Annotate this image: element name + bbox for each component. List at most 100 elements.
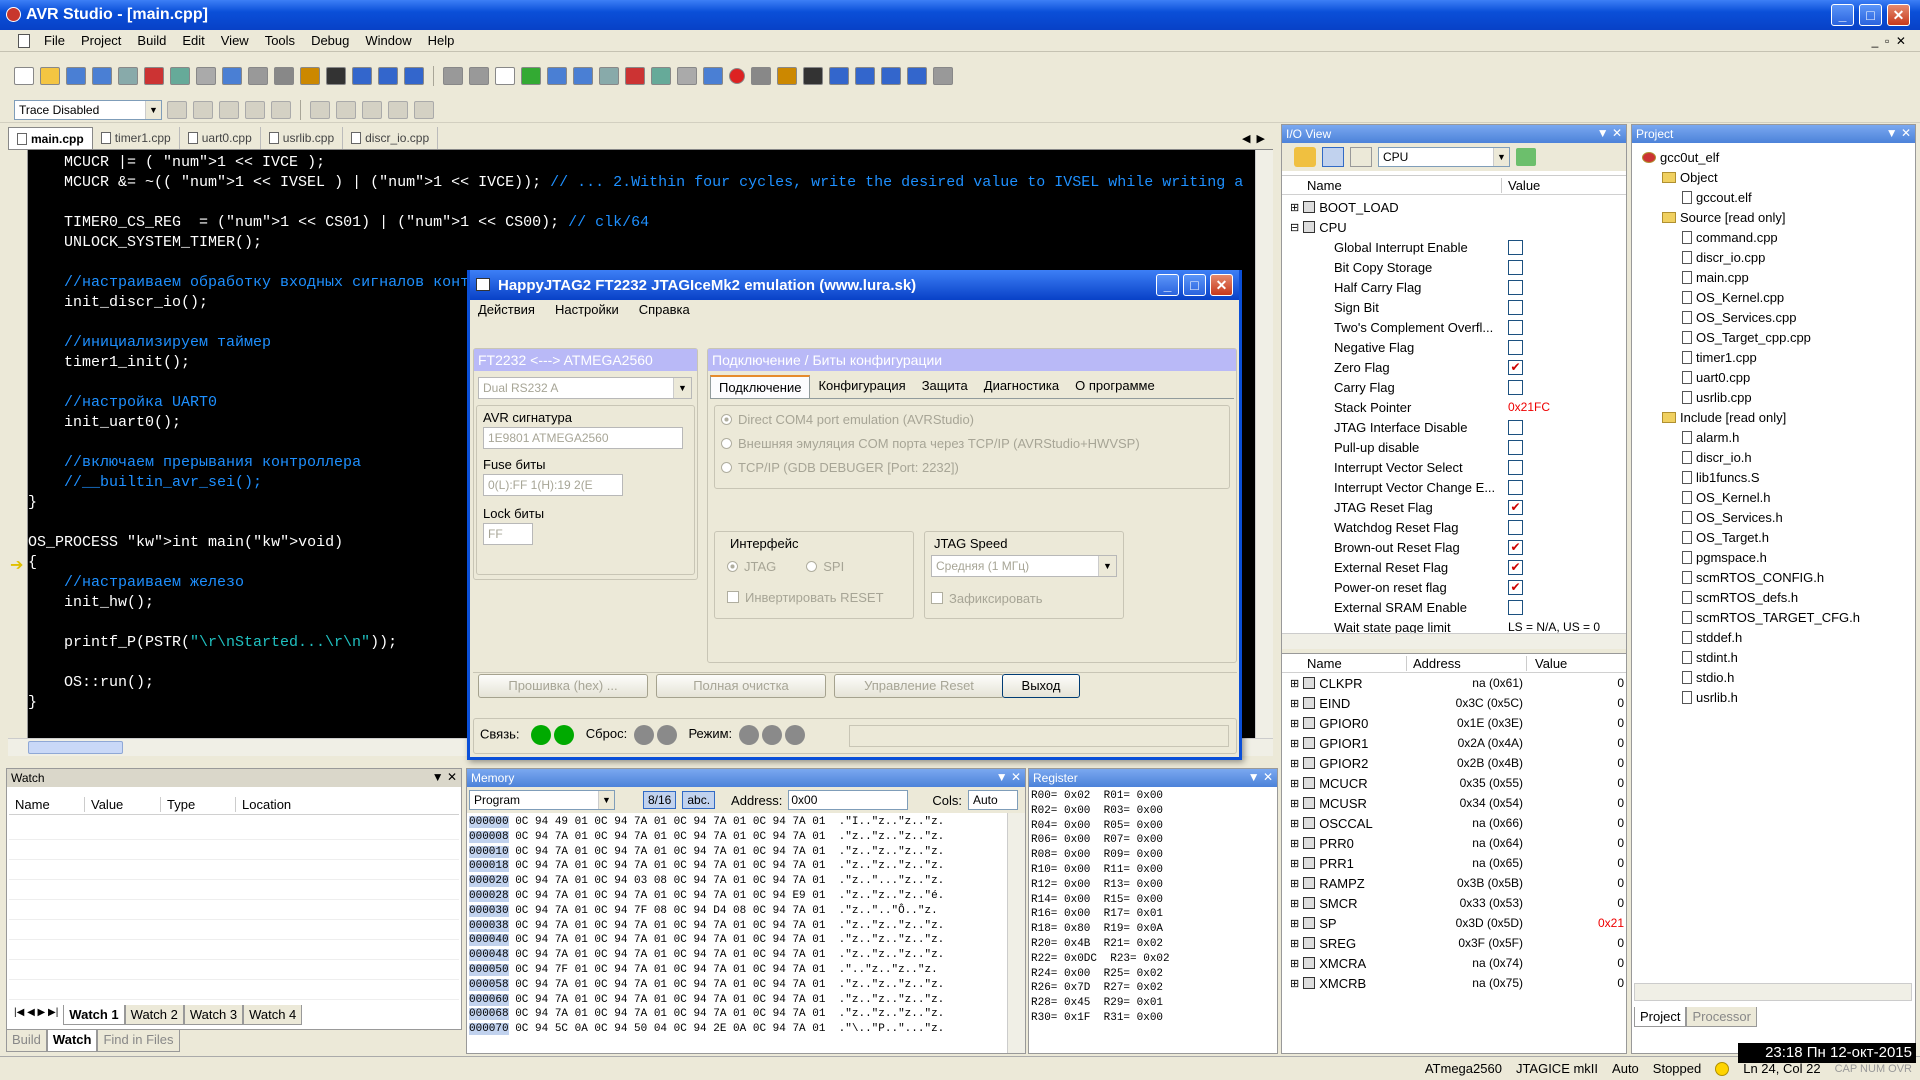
expand-icon[interactable]: ⊞ [1290, 957, 1299, 970]
cut-icon[interactable] [144, 66, 164, 85]
io-tree-row[interactable]: Sign Bit [1282, 297, 1626, 317]
flag-checkbox[interactable] [1508, 259, 1523, 275]
expand-icon[interactable]: ⊞ [1290, 837, 1299, 850]
io-tree-row[interactable]: JTAG Interface Disable [1282, 417, 1626, 437]
remove-breakpoints-icon[interactable] [751, 66, 771, 85]
radio-direct-com[interactable]: Direct COM4 port emulation (AVRStudio) [721, 412, 1223, 436]
t1-icon[interactable] [362, 100, 382, 119]
menu-window[interactable]: Window [357, 33, 419, 48]
tab-watch-1[interactable]: Watch 1 [63, 1005, 125, 1025]
trace-combo[interactable]: Trace Disabled ▼ [14, 99, 162, 120]
flag-checkbox[interactable] [1508, 299, 1523, 315]
io-register-row[interactable]: ⊞ SP 0x3D (0x5D) 0x21 [1282, 913, 1626, 933]
io-register-row[interactable]: ⊞ PRR1 na (0x65) 0 [1282, 853, 1626, 873]
panel-controls[interactable]: ▼ ✕ [1886, 126, 1911, 140]
jtag-speed-combo[interactable]: Средняя (1 МГц) ▼ [931, 555, 1117, 577]
io-register-row[interactable]: ⊞ RAMPZ 0x3B (0x5B) 0 [1282, 873, 1626, 893]
reset-icon[interactable] [703, 66, 723, 85]
tab-watch-4[interactable]: Watch 4 [243, 1005, 303, 1025]
step-into-icon[interactable] [599, 66, 619, 85]
flash-hex-button[interactable]: Прошивка (hex) ... [478, 674, 648, 698]
avr-icon[interactable] [495, 66, 515, 85]
project-item[interactable]: discr_io.h [1632, 447, 1915, 467]
flag-checkbox[interactable] [1508, 599, 1523, 615]
project-item[interactable]: OS_Services.h [1632, 507, 1915, 527]
io-tree-row[interactable]: Global Interrupt Enable [1282, 237, 1626, 257]
tab-watch-2[interactable]: Watch 2 [124, 1005, 184, 1025]
trace-4-icon[interactable] [245, 100, 265, 119]
tab-usrlib-cpp[interactable]: usrlib.cpp [261, 127, 344, 149]
view4-icon[interactable] [907, 66, 927, 85]
io-register-row[interactable]: ⊞ GPIOR0 0x1E (0x3E) 0 [1282, 713, 1626, 733]
tab-build[interactable]: Build [6, 1030, 47, 1052]
radio-spi[interactable]: SPI [806, 559, 844, 574]
step-over-icon[interactable] [625, 66, 645, 85]
flag-checkbox[interactable] [1508, 379, 1523, 395]
flag-checkbox[interactable] [1508, 419, 1523, 435]
flag-checkbox[interactable] [1508, 439, 1523, 455]
flag-checkbox[interactable]: ✔ [1508, 539, 1523, 555]
dialog-close-button[interactable]: ✕ [1210, 274, 1233, 296]
expand-icon[interactable]: ⊞ [1290, 937, 1299, 950]
io-tree-hscrollbar[interactable] [1282, 633, 1626, 649]
fix-checkbox[interactable]: Зафиксировать [931, 591, 1117, 606]
io-tree-row[interactable]: Power-on reset flag ✔ [1282, 577, 1626, 597]
t3-icon[interactable] [414, 100, 434, 119]
expand-icon[interactable]: ⊟ [1290, 221, 1299, 234]
expand-icon[interactable]: ⊞ [1290, 977, 1299, 990]
run-to-cursor-icon[interactable] [677, 66, 697, 85]
new-icon[interactable] [14, 66, 34, 85]
io-register-row[interactable]: ⊞ GPIOR2 0x2B (0x4B) 0 [1282, 753, 1626, 773]
build-icon[interactable] [300, 66, 320, 85]
io-tree-row[interactable]: Zero Flag ✔ [1282, 357, 1626, 377]
copy-icon[interactable] [170, 66, 190, 85]
project-item[interactable]: gccout.elf [1632, 187, 1915, 207]
flag-checkbox[interactable]: ✔ [1508, 579, 1523, 595]
expand-icon[interactable]: ⊞ [1290, 877, 1299, 890]
io-register-row[interactable]: ⊞ GPIOR1 0x2A (0x4A) 0 [1282, 733, 1626, 753]
maximize-button[interactable]: □ [1859, 4, 1882, 26]
project-item[interactable]: discr_io.cpp [1632, 247, 1915, 267]
panel-controls[interactable]: ▼ ✕ [996, 770, 1021, 784]
expand-icon[interactable]: ⊞ [1290, 201, 1299, 214]
project-item[interactable]: OS_Kernel.h [1632, 487, 1915, 507]
expand-icon[interactable]: ⊞ [1290, 797, 1299, 810]
expand-icon[interactable]: ⊞ [1290, 777, 1299, 790]
project-item[interactable]: OS_Target_cpp.cpp [1632, 327, 1915, 347]
project-item[interactable]: usrlib.cpp [1632, 387, 1915, 407]
expand-icon[interactable]: ⊞ [1290, 857, 1299, 870]
export-icon[interactable] [404, 66, 424, 85]
project-item[interactable]: stddef.h [1632, 627, 1915, 647]
project-item[interactable]: stdio.h [1632, 667, 1915, 687]
project-item[interactable]: usrlib.h [1632, 687, 1915, 707]
tree-view-icon[interactable] [1322, 147, 1344, 167]
stop-icon[interactable] [547, 66, 567, 85]
io-register-row[interactable]: ⊞ OSCCAL na (0x66) 0 [1282, 813, 1626, 833]
io-tree-row[interactable]: Brown-out Reset Flag ✔ [1282, 537, 1626, 557]
project-item[interactable]: OS_Kernel.cpp [1632, 287, 1915, 307]
flag-checkbox[interactable] [1508, 239, 1523, 255]
io-register-row[interactable]: ⊞ MCUSR 0x34 (0x54) 0 [1282, 793, 1626, 813]
panel-controls[interactable]: ▼ ✕ [1248, 770, 1273, 784]
project-item[interactable]: alarm.h [1632, 427, 1915, 447]
tab-connection[interactable]: Подключение [710, 375, 811, 398]
expand-icon[interactable]: ⊞ [1290, 897, 1299, 910]
watch-tab-arrows[interactable]: |◀ ◀ ▶ ▶| [9, 1005, 64, 1025]
menu-tools[interactable]: Tools [257, 33, 303, 48]
reset-control-button[interactable]: Управление Reset [834, 674, 1004, 698]
view3-icon[interactable] [881, 66, 901, 85]
io-tree-row[interactable]: Two's Complement Overfl... [1282, 317, 1626, 337]
compile-icon[interactable] [352, 66, 372, 85]
flag-checkbox[interactable]: ✔ [1508, 359, 1523, 375]
project-item[interactable]: Object [1632, 167, 1915, 187]
list-view-icon[interactable] [1350, 147, 1372, 167]
radio-tcp-gdb[interactable]: TCP/IP (GDB DEBUGER [Port: 2232]) [721, 460, 1223, 484]
io-module-combo[interactable]: CPU ▼ [1378, 147, 1510, 167]
dialog-menu-actions[interactable]: Действия [478, 302, 535, 322]
expand-icon[interactable]: ⊞ [1290, 677, 1299, 690]
view1-icon[interactable] [829, 66, 849, 85]
menu-view[interactable]: View [213, 33, 257, 48]
port-combo[interactable]: Dual RS232 A ▼ [478, 377, 692, 399]
trace-2-icon[interactable] [193, 100, 213, 119]
debug-start-icon[interactable] [521, 66, 541, 85]
